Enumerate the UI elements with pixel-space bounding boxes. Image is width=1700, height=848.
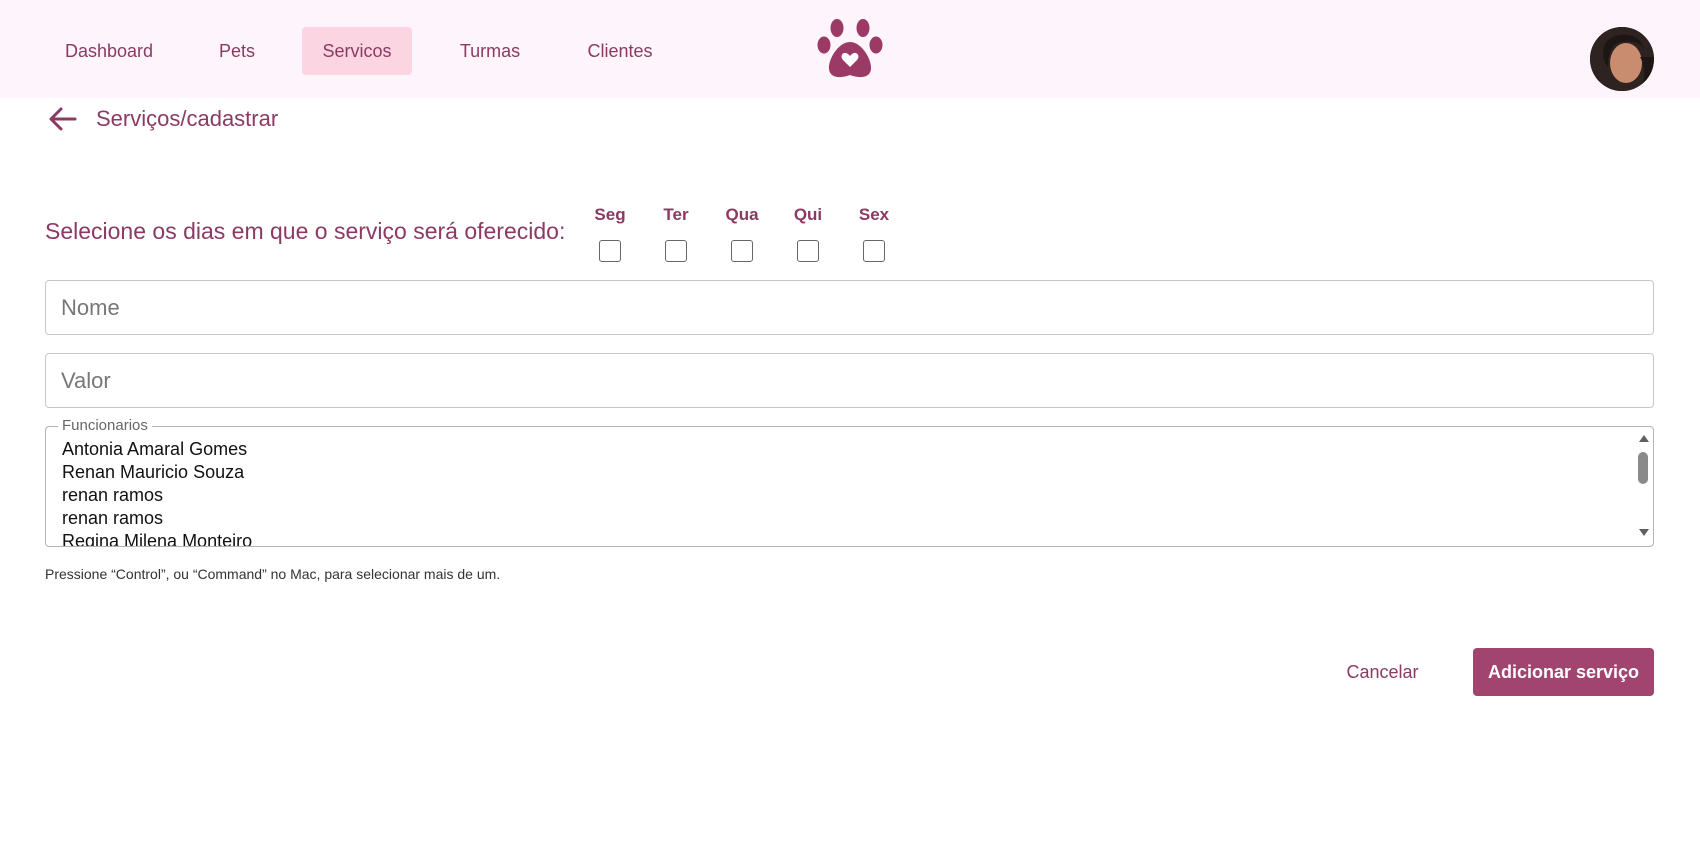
- staff-option[interactable]: renan ramos: [62, 484, 163, 507]
- day-label-ter: Ter: [663, 205, 689, 224]
- scroll-thumb[interactable]: [1638, 452, 1648, 484]
- staff-field-label: Funcionarios: [58, 417, 152, 434]
- day-label-qui: Qui: [793, 205, 823, 224]
- checkbox-seg[interactable]: [599, 240, 621, 262]
- staff-scrollbar[interactable]: [1633, 427, 1653, 546]
- day-label-sex: Sex: [858, 205, 890, 224]
- day-qua: Qua: [717, 204, 767, 262]
- nav-servicos[interactable]: Servicos: [302, 27, 412, 75]
- checkbox-sex[interactable]: [863, 240, 885, 262]
- day-label-qua: Qua: [725, 205, 759, 224]
- day-seg: Seg: [585, 204, 635, 262]
- value-field-wrapper: [45, 353, 1654, 408]
- back-arrow-icon[interactable]: [48, 106, 78, 132]
- breadcrumb: Serviços/cadastrar: [96, 106, 279, 131]
- day-label-seg: Seg: [594, 205, 626, 224]
- avatar-photo-icon: [1590, 27, 1654, 91]
- scroll-down-arrow-icon[interactable]: [1639, 529, 1649, 536]
- day-sex: Sex: [849, 204, 899, 262]
- cancel-button[interactable]: Cancelar: [1325, 648, 1440, 696]
- nav-clientes[interactable]: Clientes: [570, 27, 670, 75]
- checkbox-qua[interactable]: [731, 240, 753, 262]
- day-qui: Qui: [783, 204, 833, 262]
- user-avatar[interactable]: [1590, 27, 1654, 91]
- nav-turmas[interactable]: Turmas: [440, 27, 540, 75]
- checkbox-ter[interactable]: [665, 240, 687, 262]
- staff-option[interactable]: Renan Mauricio Souza: [62, 461, 244, 484]
- nav-pets[interactable]: Pets: [198, 27, 276, 75]
- staff-option[interactable]: renan ramos: [62, 507, 163, 530]
- staff-multiselect[interactable]: Antonia Amaral Gomes Renan Mauricio Souz…: [45, 426, 1654, 547]
- name-field-wrapper: [45, 280, 1654, 335]
- scroll-up-arrow-icon[interactable]: [1639, 435, 1649, 442]
- name-input[interactable]: [46, 281, 1653, 334]
- paw-heart-icon[interactable]: [816, 16, 884, 82]
- staff-option[interactable]: Regina Milena Monteiro: [62, 530, 252, 546]
- multiselect-hint: Pressione “Control”, ou “Command” no Mac…: [45, 566, 501, 582]
- days-selection-label: Selecione os dias em que o serviço será …: [45, 218, 566, 244]
- value-input[interactable]: [46, 354, 1653, 407]
- checkbox-qui[interactable]: [797, 240, 819, 262]
- top-navbar: Dashboard Pets Servicos Turmas Clientes: [0, 0, 1700, 98]
- add-service-button[interactable]: Adicionar serviço: [1473, 648, 1654, 696]
- nav-dashboard[interactable]: Dashboard: [45, 27, 173, 75]
- day-ter: Ter: [651, 204, 701, 262]
- staff-option[interactable]: Antonia Amaral Gomes: [62, 438, 247, 461]
